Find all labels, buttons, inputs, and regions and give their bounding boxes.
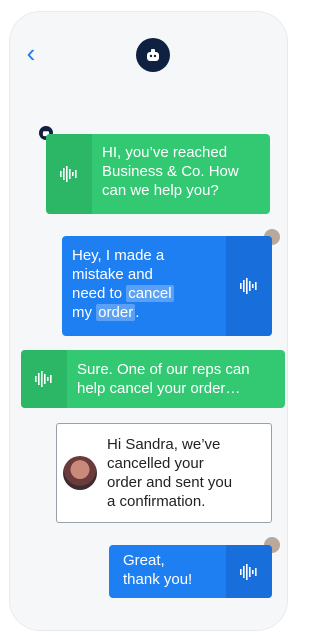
message-bubble-bot[interactable]: HI, you’ve reached Business & Co. How ca… (46, 134, 270, 214)
message-bubble-user[interactable]: Great, thank you! (109, 545, 272, 598)
message-line: need to (72, 285, 123, 302)
message-line: Hi Sandra, we’ve (107, 436, 221, 453)
message-line: can we help you? (102, 182, 219, 199)
message-line: HI, you’ve reached (102, 144, 228, 161)
message-line: Business & Co. How (102, 163, 239, 180)
message-line: a confirmation. (107, 493, 206, 510)
agent-message-card[interactable]: Hi Sandra, we’ve cancelled your order an… (56, 423, 272, 523)
robot-icon (147, 49, 159, 61)
keyword-highlight: order (96, 304, 136, 321)
audio-wave-icon[interactable] (226, 545, 272, 598)
message-line: Hey, I made a (72, 247, 165, 264)
message-line: Sure. One of our reps can (77, 361, 250, 378)
audio-wave-icon[interactable] (21, 350, 67, 408)
message-line: cancelled your (107, 455, 204, 472)
audio-wave-icon[interactable] (46, 134, 92, 214)
message-line: thank you! (123, 571, 193, 588)
message-line: help cancel your order… (77, 380, 241, 397)
message-line: mistake and (72, 266, 153, 283)
message-line: my (72, 304, 92, 321)
agent-avatar (63, 456, 97, 490)
message-line: order and sent you (107, 474, 233, 491)
message-punctuation: . (135, 304, 140, 321)
keyword-highlight: cancel (126, 285, 174, 302)
chevron-left-icon: ‹ (26, 38, 36, 68)
message-bubble-user[interactable]: Hey, I made a mistake and need to cancel… (62, 236, 272, 336)
message-line: Great, (123, 552, 165, 569)
message-bubble-bot[interactable]: Sure. One of our reps can help cancel yo… (21, 350, 285, 408)
back-button[interactable]: ‹ (24, 38, 38, 68)
audio-wave-icon[interactable] (226, 236, 272, 336)
bot-avatar (136, 38, 170, 72)
